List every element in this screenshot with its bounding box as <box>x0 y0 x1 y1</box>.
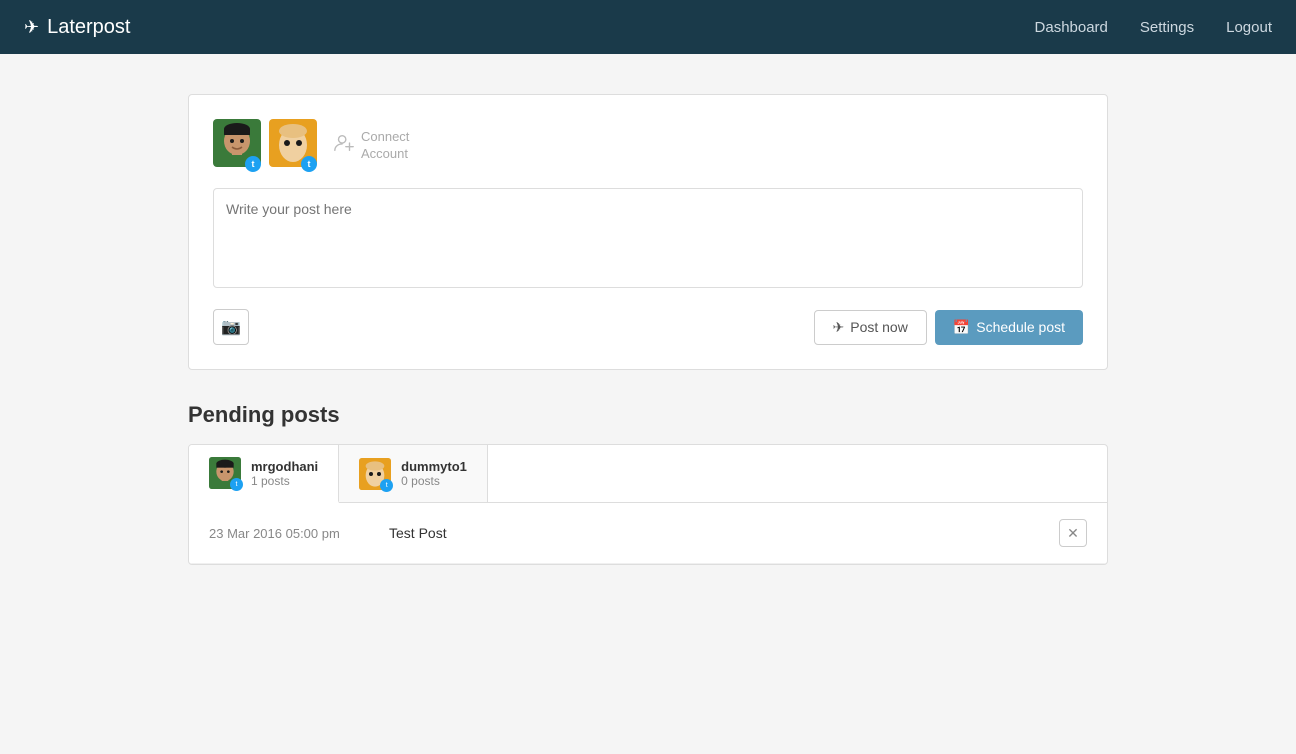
tab-username-1: mrgodhani <box>251 459 318 474</box>
nav-settings[interactable]: Settings <box>1140 19 1194 36</box>
account-row: t t <box>213 119 1083 172</box>
user-tab-mrgodhani[interactable]: t mrgodhani 1 posts <box>189 445 339 503</box>
post-now-icon: ✈ <box>833 319 845 336</box>
tab-info-mrgodhani: mrgodhani 1 posts <box>251 459 318 488</box>
nav-dashboard[interactable]: Dashboard <box>1035 19 1108 36</box>
user-tabs: t mrgodhani 1 posts <box>189 445 1107 503</box>
tab-twitter-badge-1: t <box>230 478 243 491</box>
compose-card: t t <box>188 94 1108 370</box>
action-bar: 📷 ✈ Post now 📅 Schedule post <box>213 309 1083 345</box>
account-avatar-2[interactable]: t <box>269 119 317 172</box>
connect-account-label: ConnectAccount <box>361 129 409 163</box>
table-row: 23 Mar 2016 05:00 pm Test Post ✕ <box>189 503 1107 564</box>
nav-links: Dashboard Settings Logout <box>1035 19 1272 36</box>
nav-logout[interactable]: Logout <box>1226 19 1272 36</box>
tab-avatar-mrgodhani: t <box>209 457 241 489</box>
pending-posts-section: Pending posts <box>188 402 1108 565</box>
camera-button[interactable]: 📷 <box>213 309 249 345</box>
tab-posts-count-2: 0 posts <box>401 474 467 488</box>
brand-logo: ✈ Laterpost <box>24 16 130 39</box>
post-textarea[interactable] <box>213 188 1083 288</box>
tab-posts-count-1: 1 posts <box>251 474 318 488</box>
main-content: t t <box>168 94 1128 565</box>
schedule-label: Schedule post <box>976 319 1065 335</box>
connect-account-btn[interactable]: ConnectAccount <box>333 129 409 163</box>
send-icon: ✈ <box>24 17 39 38</box>
tab-username-2: dummyto1 <box>401 459 467 474</box>
twitter-badge-1: t <box>245 156 261 172</box>
navbar: ✈ Laterpost Dashboard Settings Logout <box>0 0 1296 54</box>
pending-card: t mrgodhani 1 posts <box>188 444 1108 565</box>
account-avatar-1[interactable]: t <box>213 119 261 172</box>
schedule-post-button[interactable]: 📅 Schedule post <box>935 310 1083 345</box>
post-text: Test Post <box>389 525 1059 541</box>
post-now-button[interactable]: ✈ Post now <box>814 310 927 345</box>
calendar-icon: 📅 <box>953 319 970 336</box>
post-date: 23 Mar 2016 05:00 pm <box>209 526 389 541</box>
post-now-label: Post now <box>850 319 908 335</box>
delete-post-button[interactable]: ✕ <box>1059 519 1087 547</box>
right-buttons: ✈ Post now 📅 Schedule post <box>814 310 1084 345</box>
tab-avatar-dummyto1: t <box>359 458 391 490</box>
tab-info-dummyto1: dummyto1 0 posts <box>401 459 467 488</box>
tab-twitter-badge-2: t <box>380 479 393 492</box>
brand-name: Laterpost <box>47 16 130 39</box>
add-person-icon <box>333 132 355 159</box>
user-tab-dummyto1[interactable]: t dummyto1 0 posts <box>339 445 488 502</box>
twitter-badge-2: t <box>301 156 317 172</box>
camera-icon: 📷 <box>221 317 241 337</box>
pending-posts-title: Pending posts <box>188 402 1108 428</box>
